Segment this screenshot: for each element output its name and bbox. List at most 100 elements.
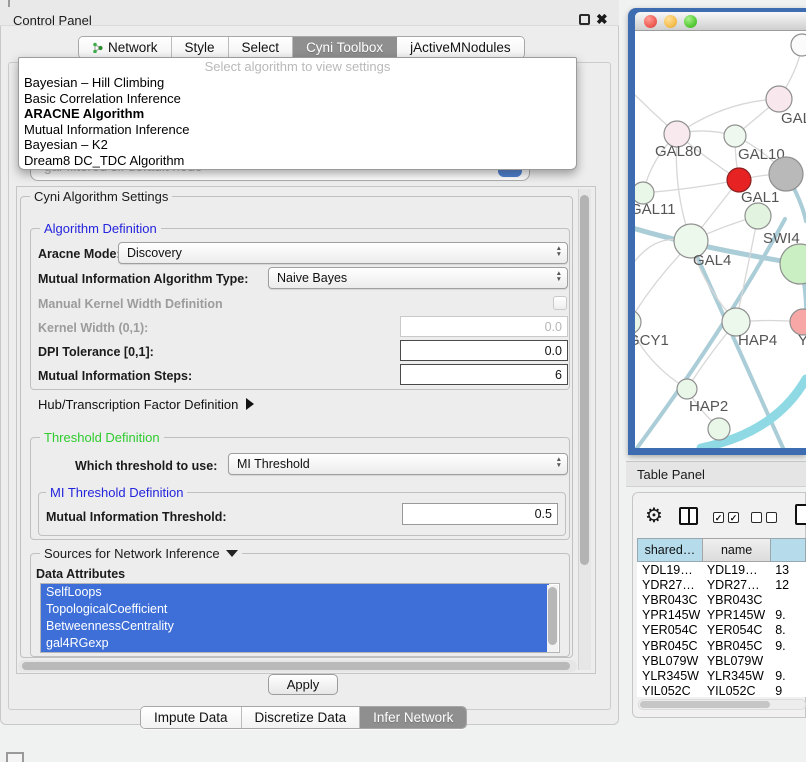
node-gal[interactable] bbox=[766, 86, 792, 112]
table-row[interactable]: YBR043CYBR043C bbox=[637, 592, 806, 607]
list-scrollbar[interactable] bbox=[547, 585, 558, 652]
node[interactable] bbox=[708, 418, 730, 440]
node-label: Y bbox=[798, 332, 806, 349]
algorithm-option[interactable]: Bayesian – Hill Climbing bbox=[19, 75, 576, 91]
table-cell: YDR27… bbox=[702, 578, 770, 592]
dpi-tolerance-field[interactable] bbox=[400, 340, 568, 361]
table-cell: YBR045C bbox=[702, 639, 770, 653]
tab-select[interactable]: Select bbox=[229, 37, 294, 58]
stepper-icon: ▲▼ bbox=[556, 271, 562, 282]
sources-header[interactable]: Sources for Network Inference bbox=[40, 546, 242, 561]
table-row[interactable]: YER054CYER054C8. bbox=[637, 623, 806, 638]
apply-button[interactable]: Apply bbox=[268, 674, 338, 695]
tab-style[interactable]: Style bbox=[172, 37, 229, 58]
tab-discretize-data[interactable]: Discretize Data bbox=[242, 707, 361, 728]
table-cell: 9. bbox=[770, 669, 806, 683]
stepper-icon: ▲▼ bbox=[556, 457, 562, 468]
float-window-button[interactable] bbox=[579, 14, 590, 25]
graph-edge[interactable] bbox=[643, 180, 739, 193]
node-label: SWI4 bbox=[763, 230, 800, 247]
node[interactable] bbox=[745, 203, 771, 229]
table-cell: YBL079W bbox=[702, 654, 770, 668]
table-cell: YBR043C bbox=[702, 593, 770, 607]
algorithm-option[interactable]: Basic Correlation Inference bbox=[19, 91, 576, 107]
mi-algorithm-combo[interactable]: Naive Bayes ▲▼ bbox=[268, 267, 568, 289]
attribute-item[interactable]: TopologicalCoefficient bbox=[41, 601, 549, 618]
tab-label: Style bbox=[185, 40, 215, 55]
attribute-item[interactable]: SelfLoops bbox=[41, 584, 549, 601]
table-row[interactable]: YBL079WYBL079W bbox=[637, 653, 806, 668]
traffic-light-close[interactable] bbox=[644, 15, 657, 28]
node-hap2[interactable] bbox=[677, 379, 697, 399]
tab-infer-network[interactable]: Infer Network bbox=[360, 707, 466, 728]
attribute-item[interactable]: BetweennessCentrality bbox=[41, 618, 549, 635]
aracne-mode-combo[interactable]: Discovery ▲▼ bbox=[118, 242, 568, 264]
column-header[interactable] bbox=[770, 538, 806, 562]
table-row[interactable]: YBR045CYBR045C9. bbox=[637, 638, 806, 653]
table-cell: YER054C bbox=[637, 623, 702, 637]
table-horizontal-scrollbar-thumb[interactable] bbox=[640, 701, 770, 708]
docked-panel-icon[interactable] bbox=[6, 752, 24, 762]
network-view-titlebar[interactable] bbox=[635, 12, 806, 31]
column-header[interactable]: shared… bbox=[637, 538, 702, 562]
tab-label: Impute Data bbox=[154, 710, 228, 725]
hub-section-label: Hub/Transcription Factor Definition bbox=[38, 397, 238, 412]
algorithm-option[interactable]: Bayesian – K2 bbox=[19, 137, 576, 153]
table-row[interactable]: YDR27…YDR27…12 bbox=[637, 577, 806, 592]
network-graph[interactable]: GALGAL80GAL10GAL1GAL11SWI4GAL4GCY1HAP4YH… bbox=[635, 31, 806, 448]
traffic-light-minimize[interactable] bbox=[664, 15, 677, 28]
table-cell: YLR345W bbox=[702, 669, 770, 683]
settings-vertical-scrollbar-thumb[interactable] bbox=[580, 195, 589, 565]
node-gal10[interactable] bbox=[724, 125, 746, 147]
node-gcy1[interactable] bbox=[635, 310, 641, 334]
mi-steps-field[interactable] bbox=[400, 364, 568, 385]
tab-network[interactable]: Network bbox=[79, 37, 172, 58]
select-all-columns-icon[interactable]: ✓✓ bbox=[713, 512, 739, 523]
tab-cyni-toolbox[interactable]: Cyni Toolbox bbox=[293, 37, 397, 58]
table-cell: 8. bbox=[770, 623, 806, 637]
tab-label: Discretize Data bbox=[255, 710, 347, 725]
algorithm-option[interactable]: Dream8 DC_TDC Algorithm bbox=[19, 153, 576, 169]
node-swi4[interactable] bbox=[780, 244, 806, 284]
gear-icon[interactable]: ⚙ bbox=[645, 503, 663, 528]
attribute-item[interactable]: gal4RGexp bbox=[41, 635, 549, 652]
node[interactable] bbox=[791, 34, 806, 56]
table-cell: 9. bbox=[770, 608, 806, 622]
node-label: HAP2 bbox=[689, 398, 728, 415]
table-cell: 13 bbox=[770, 563, 806, 577]
settings-horizontal-scrollbar-thumb[interactable] bbox=[22, 662, 570, 670]
table-row[interactable]: YIL052CYIL052C9 bbox=[637, 684, 806, 698]
algorithm-option[interactable]: Mutual Information Inference bbox=[19, 122, 576, 138]
tab-jactivemnodules[interactable]: jActiveMNodules bbox=[397, 37, 524, 58]
data-attributes-label: Data Attributes bbox=[36, 567, 125, 581]
table-cell: 9 bbox=[770, 684, 806, 697]
table-header-row: shared…name bbox=[637, 538, 806, 562]
table-cell: YPR145W bbox=[702, 608, 770, 622]
mi-threshold-field[interactable] bbox=[402, 503, 558, 525]
tab-label: jActiveMNodules bbox=[410, 40, 511, 55]
node[interactable] bbox=[769, 157, 803, 191]
table-rows: YDL19…YDL19…13YDR27…YDR27…12YBR043CYBR04… bbox=[637, 562, 806, 697]
table-panel-title: Table Panel bbox=[637, 467, 705, 482]
document-icon[interactable] bbox=[795, 504, 806, 525]
table-row[interactable]: YPR145WYPR145W9. bbox=[637, 608, 806, 623]
hub-section-header[interactable]: Hub/Transcription Factor Definition bbox=[38, 397, 254, 412]
which-threshold-combo[interactable]: MI Threshold ▲▼ bbox=[228, 453, 568, 475]
column-header[interactable]: name bbox=[702, 538, 770, 562]
manual-kernel-checkbox[interactable] bbox=[553, 296, 567, 310]
table-row[interactable]: YDL19…YDL19…13 bbox=[637, 562, 806, 577]
mi-steps-label: Mutual Information Steps: bbox=[38, 369, 192, 383]
tab-impute-data[interactable]: Impute Data bbox=[141, 707, 242, 728]
table-cell: YLR345W bbox=[637, 669, 702, 683]
network-canvas[interactable]: GALGAL80GAL10GAL1GAL11SWI4GAL4GCY1HAP4YH… bbox=[635, 31, 806, 448]
window-edge-mark bbox=[8, 0, 10, 7]
traffic-light-zoom[interactable] bbox=[684, 15, 697, 28]
algorithm-option[interactable]: ARACNE Algorithm bbox=[19, 106, 576, 122]
table-row[interactable]: YLR345WYLR345W9. bbox=[637, 668, 806, 683]
cyni-settings-title: Cyni Algorithm Settings bbox=[30, 189, 172, 204]
list-scrollbar-thumb[interactable] bbox=[548, 587, 557, 645]
columns-icon[interactable] bbox=[679, 507, 698, 525]
close-button[interactable]: ✖ bbox=[596, 11, 608, 28]
deselect-all-columns-icon[interactable] bbox=[751, 512, 777, 523]
kernel-width-field[interactable] bbox=[400, 316, 568, 337]
